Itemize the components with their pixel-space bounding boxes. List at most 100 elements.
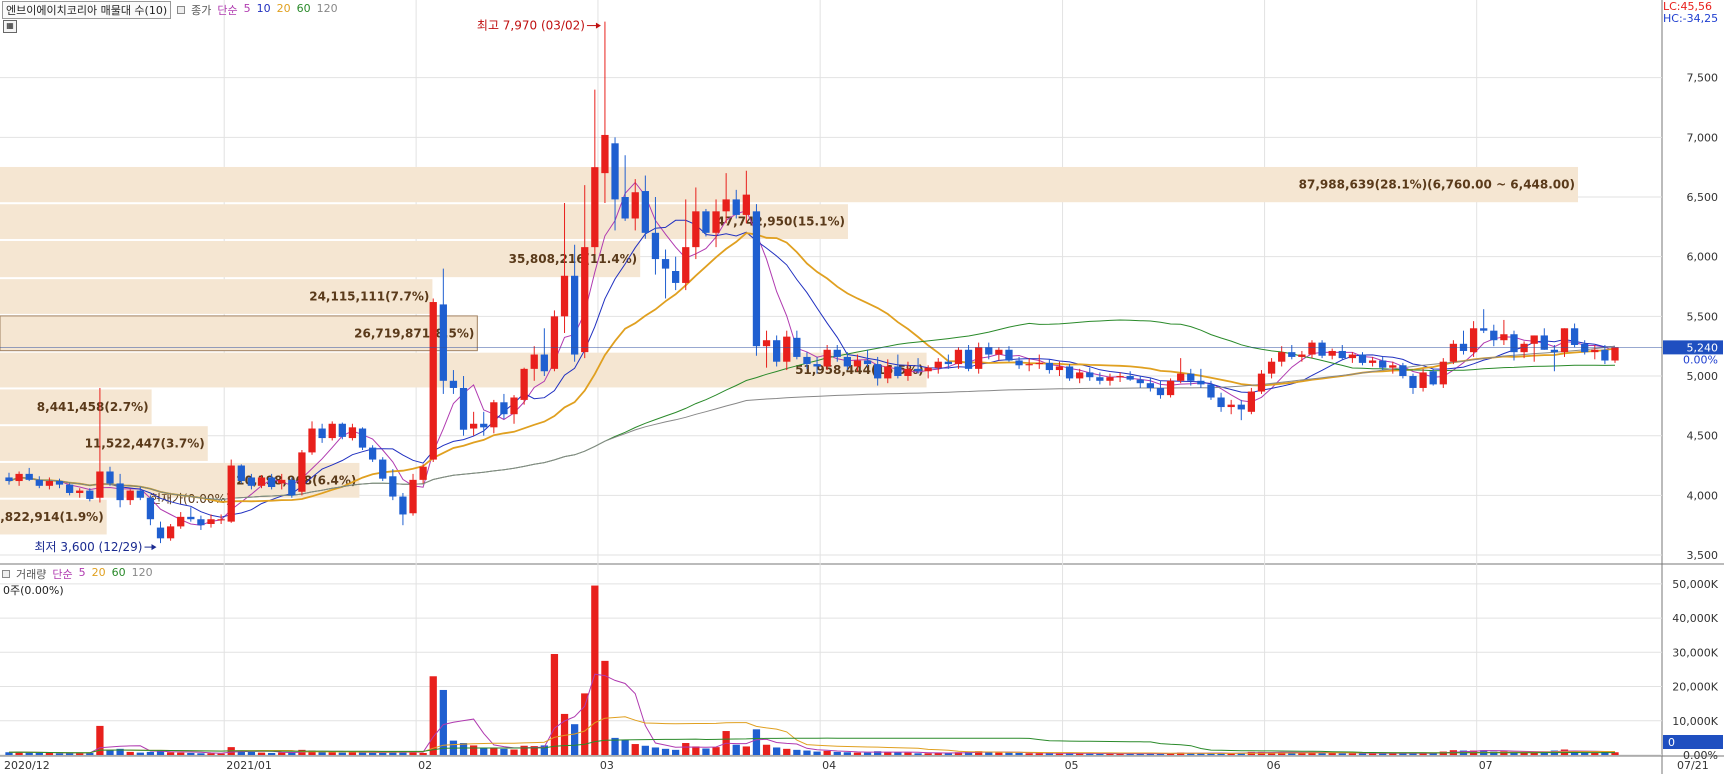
candle-body [1419, 372, 1427, 388]
candle-body [1267, 361, 1276, 374]
candle-body [439, 304, 447, 381]
volume-bar [490, 747, 498, 755]
volume-legend-item[interactable]: 5 [79, 566, 86, 582]
volume-profile-label: 35,808,216(11.4%) [509, 252, 638, 266]
chart-title[interactable]: 엔브이에이치코리아 매물대 수(10) [2, 0, 172, 19]
volume-bar [924, 753, 932, 755]
price-legend-item[interactable]: 10 [257, 2, 271, 18]
chart-canvas[interactable]: 3,500 4,000 4,500 5,000 5,500 6,000 6,500 7,000… [0, 0, 1724, 774]
candle-body [944, 361, 952, 365]
candle-body [1550, 349, 1559, 353]
candle-body [1591, 349, 1599, 353]
price-legend-item[interactable]: 20 [277, 2, 291, 18]
volume-bar [621, 739, 629, 755]
price-tick-label: 4,500 [1687, 430, 1719, 443]
volume-legend-item[interactable]: 60 [112, 566, 126, 582]
volume-legend-item[interactable]: 거래량 [16, 566, 46, 582]
candle-body [480, 423, 488, 428]
candle-body [1106, 377, 1114, 381]
candle-body [278, 479, 286, 484]
candle-body [1389, 365, 1397, 368]
candle-body [783, 336, 791, 362]
candle-body [954, 349, 963, 365]
volume-legend-item[interactable]: 단순 [52, 566, 72, 582]
volume-bar [1025, 753, 1033, 755]
candle-body [146, 497, 155, 520]
volume-bar [136, 752, 144, 755]
price-tick-label: 6,000 [1687, 251, 1719, 264]
candle-body [863, 360, 872, 365]
x-tick-label: 07/21 [1677, 759, 1709, 772]
stock-chart[interactable]: 3,500 4,000 4,500 5,000 5,500 6,000 6,500 7,000… [0, 0, 1724, 774]
candle-body [1368, 360, 1377, 363]
candle-body [65, 484, 74, 493]
volume-legend-item[interactable]: 120 [132, 566, 153, 582]
candle-body [469, 423, 478, 429]
price-legend-item[interactable]: 120 [317, 2, 338, 18]
volume-bar [995, 752, 1003, 755]
candle-body [1025, 364, 1033, 366]
candle-body [742, 194, 750, 215]
candle-body [1086, 372, 1094, 378]
volume-bar [732, 744, 740, 755]
volume-bar [550, 654, 559, 755]
candle-body [1409, 376, 1417, 388]
candle-body [1439, 361, 1447, 385]
candle-body [187, 516, 195, 520]
x-tick-label: 03 [600, 759, 614, 772]
volume-tick-label: 20,000K [1672, 681, 1718, 694]
current-pct-label: 0.00% [1683, 353, 1718, 366]
candle-body [358, 428, 367, 448]
volume-bar [166, 752, 175, 755]
candle-body [1116, 376, 1124, 378]
volume-bar [177, 752, 185, 755]
hc-value: HC:-34,25 [1663, 12, 1719, 25]
volume-bar [257, 752, 266, 755]
volume-note: 0주(0.00%) [3, 584, 64, 597]
candle-body [843, 356, 851, 367]
candle-body [1207, 384, 1215, 398]
volume-bar [894, 752, 902, 755]
candle-body [762, 340, 771, 347]
volume-bar [1005, 752, 1013, 755]
candle-body [631, 192, 639, 219]
candle-body [853, 360, 862, 367]
candle-body [136, 490, 144, 498]
price-legend-item[interactable]: 60 [297, 2, 311, 18]
volume-bar [25, 752, 33, 755]
volume-bar [672, 749, 680, 755]
candle-body [1358, 354, 1367, 363]
volume-bar [187, 752, 195, 755]
calculator-icon[interactable]: ▦ [3, 20, 17, 33]
price-legend-item[interactable]: 단순 [217, 2, 237, 18]
candle-body [419, 466, 427, 480]
volume-bar [702, 748, 710, 755]
price-tick-label: 5,500 [1687, 310, 1719, 323]
candle-body [500, 402, 508, 415]
price-tick-label: 4,000 [1687, 489, 1719, 502]
candle-body [934, 361, 942, 368]
candle-body [1379, 360, 1387, 368]
candle-body [1227, 404, 1235, 408]
candle-body [197, 519, 205, 526]
volume-bar [217, 753, 225, 755]
candle-body [773, 340, 781, 362]
candle-body [177, 516, 185, 527]
candle-body [621, 197, 629, 219]
candle-body [237, 465, 245, 482]
price-legend-item[interactable]: 종가 [191, 2, 211, 18]
price-legend-box-icon [177, 5, 186, 14]
volume-bar [833, 751, 841, 755]
candle-body [86, 490, 94, 499]
volume-legend-item[interactable]: 20 [92, 566, 106, 582]
candle-body [570, 275, 579, 355]
volume-bar [1035, 753, 1043, 755]
candle-body [904, 368, 912, 377]
candle-body [217, 519, 225, 521]
low-annotation: 최저 3,600 (12/29) [34, 540, 142, 554]
candle-body [803, 356, 811, 365]
price-legend-item[interactable]: 5 [244, 2, 251, 18]
volume-bar [55, 753, 64, 755]
volume-bar [278, 752, 286, 755]
candle-body [1581, 343, 1589, 353]
